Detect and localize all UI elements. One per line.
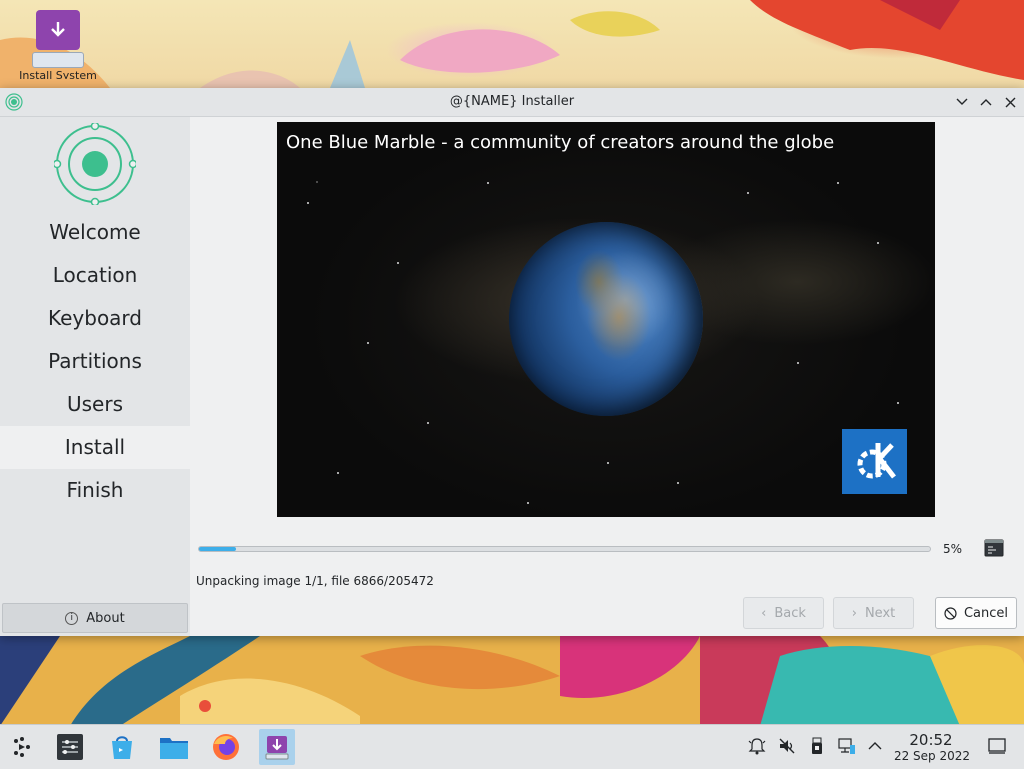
back-label: Back <box>774 605 806 621</box>
cancel-label: Cancel <box>963 605 1009 621</box>
drive-icon <box>32 52 84 68</box>
wallpaper-bottom-art <box>0 636 1024 726</box>
cancel-icon <box>944 606 957 620</box>
system-settings-icon <box>57 734 83 760</box>
chevron-left-icon: ‹ <box>761 605 767 621</box>
slide-caption: One Blue Marble - a community of creator… <box>286 132 835 153</box>
about-label: About <box>86 610 125 626</box>
kde-logo-icon <box>842 429 907 494</box>
titlebar[interactable]: @{NAME} Installer <box>0 88 1024 117</box>
taskbar: 20:52 22 Sep 2022 <box>0 724 1024 769</box>
notifications-button[interactable] <box>748 737 766 755</box>
clock-date[interactable]: 22 Sep 2022 <box>893 749 971 763</box>
volume-muted-icon <box>779 738 795 754</box>
usb-device-icon <box>812 737 822 754</box>
sidebar-step-users: Users <box>66 392 123 416</box>
notifications-icon <box>748 738 766 755</box>
install-progress-bar <box>198 546 931 552</box>
chevron-up-icon <box>980 99 992 106</box>
chevron-down-icon <box>956 98 968 105</box>
installer-window: @{NAME} Installer Welcome Location Keybo… <box>0 88 1024 636</box>
volume-button[interactable] <box>778 737 796 755</box>
progress-fill <box>199 547 236 551</box>
install-system-desktop-icon[interactable]: Install System <box>16 10 100 88</box>
sidebar-step-partitions: Partitions <box>48 349 142 373</box>
close-icon <box>1005 97 1015 107</box>
download-icon <box>36 10 80 50</box>
taskbar-dolphin[interactable] <box>156 729 192 765</box>
chevron-right-icon: › <box>851 605 857 621</box>
dolphin-icon <box>160 738 188 759</box>
sidebar-step-location: Location <box>52 263 138 287</box>
show-desktop-icon <box>988 738 1006 754</box>
sidebar: Welcome Location Keyboard Partitions Use… <box>0 117 190 636</box>
desktop-icon-label: Install System <box>19 69 97 79</box>
sidebar-step-install: Install <box>0 426 190 469</box>
taskbar-system-settings[interactable] <box>52 729 88 765</box>
taskbar-discover[interactable] <box>104 729 140 765</box>
sidebar-step-keyboard: Keyboard <box>47 306 142 330</box>
calamares-logo-icon <box>54 123 136 205</box>
chevron-up-icon <box>868 742 882 750</box>
about-button[interactable]: i About <box>2 603 188 633</box>
close-button[interactable] <box>1001 93 1019 111</box>
back-button[interactable]: ‹ Back <box>743 597 824 629</box>
toggle-log-button[interactable] <box>983 538 1005 558</box>
sidebar-step-welcome: Welcome <box>49 220 141 244</box>
show-desktop-button[interactable] <box>988 737 1006 755</box>
info-icon: i <box>65 611 79 625</box>
firefox-icon <box>213 734 239 760</box>
network-icon <box>838 738 855 754</box>
wallpaper-top-art <box>0 0 1024 88</box>
network-button[interactable] <box>838 737 856 755</box>
taskbar-firefox[interactable] <box>208 729 244 765</box>
installer-slideshow: One Blue Marble - a community of creator… <box>277 122 935 517</box>
next-button[interactable]: › Next <box>833 597 914 629</box>
minimize-button[interactable] <box>953 93 971 111</box>
progress-percent: 5% <box>943 542 963 556</box>
sidebar-step-finish: Finish <box>66 478 124 502</box>
next-label: Next <box>864 605 896 621</box>
application-launcher-button[interactable] <box>4 729 40 765</box>
installer-icon <box>265 736 289 760</box>
usb-device-button[interactable] <box>808 737 826 755</box>
show-hidden-icons-button[interactable] <box>866 737 884 755</box>
window-title: @{NAME} Installer <box>449 94 575 109</box>
application-launcher-icon <box>14 737 30 757</box>
earth-image <box>509 222 703 416</box>
cancel-button[interactable]: Cancel <box>935 597 1017 629</box>
install-status-text: Unpacking image 1/1, file 6866/205472 <box>196 574 434 588</box>
maximize-button[interactable] <box>977 93 995 111</box>
clock-time[interactable]: 20:52 <box>902 731 960 749</box>
taskbar-installer[interactable] <box>259 729 295 765</box>
discover-icon <box>112 736 132 759</box>
terminal-log-icon <box>984 539 1004 557</box>
